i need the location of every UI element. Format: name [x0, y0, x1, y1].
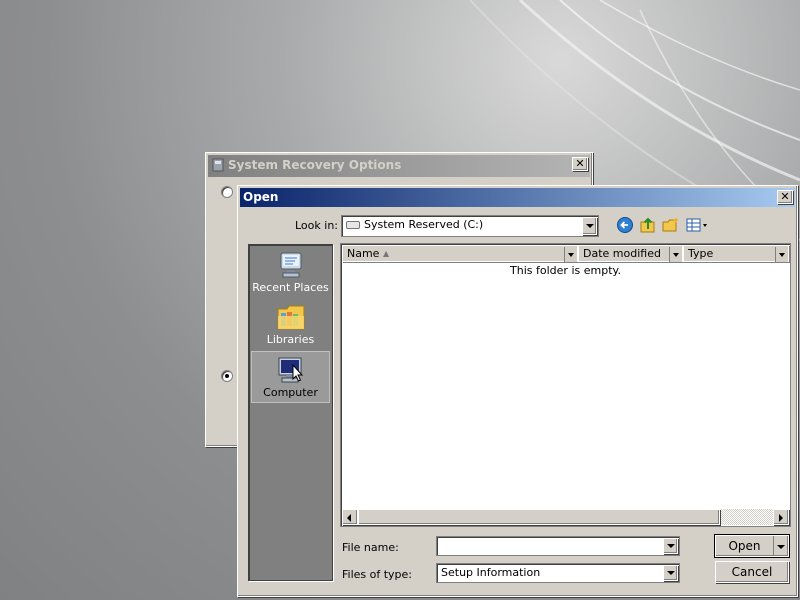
back-arrow-icon[interactable] [616, 216, 634, 234]
libraries-icon [277, 305, 304, 330]
cancel-button-label: Cancel [731, 565, 773, 579]
recent-places-icon [280, 252, 301, 278]
system-recovery-icon [212, 158, 224, 172]
files-of-type-label: Files of type: [342, 568, 413, 581]
recovery-option-radio-2[interactable] [221, 370, 233, 382]
column-name-label: Name [347, 247, 380, 260]
place-label: Recent Places [252, 281, 329, 294]
look-in-value: System Reserved (C:) [364, 218, 484, 231]
file-name-label: File name: [342, 541, 399, 554]
place-computer[interactable]: Computer [251, 351, 330, 403]
recovery-option-radio-1[interactable] [221, 186, 233, 198]
file-name-combo[interactable] [436, 536, 680, 556]
column-header-type[interactable]: Type [683, 245, 789, 262]
sort-ascending-icon: ▲ [383, 249, 390, 258]
file-list-view[interactable]: Name ▲ Date modified Type This folder is… [340, 243, 791, 527]
view-menu-icon[interactable] [686, 216, 710, 234]
place-libraries[interactable]: Libraries [251, 299, 330, 351]
look-in-dropdown-arrow[interactable] [582, 217, 597, 235]
scroll-thumb[interactable] [358, 509, 720, 525]
look-in-label: Look in: [295, 219, 338, 232]
scroll-right-button[interactable] [773, 509, 789, 525]
open-button-dropdown-arrow[interactable] [773, 536, 788, 556]
cancel-button[interactable]: Cancel [715, 561, 789, 583]
column-name-filter-arrow[interactable] [564, 247, 577, 262]
column-header-date-modified[interactable]: Date modified [578, 245, 683, 262]
up-folder-icon[interactable] [639, 216, 657, 234]
open-title-text: Open [243, 190, 279, 204]
scroll-left-button[interactable] [342, 509, 358, 525]
open-button[interactable]: Open [714, 534, 790, 558]
look-in-combo[interactable]: System Reserved (C:) [341, 215, 599, 237]
drive-icon [346, 221, 360, 229]
column-date-label: Date modified [583, 247, 661, 260]
sro-title-bar[interactable]: System Recovery Options ✕ [208, 155, 590, 177]
column-type-filter-arrow[interactable] [775, 247, 788, 262]
computer-icon [278, 357, 303, 383]
place-recent-places[interactable]: Recent Places [251, 247, 330, 299]
place-label: Libraries [266, 333, 315, 346]
files-of-type-dropdown-arrow[interactable] [663, 565, 678, 581]
empty-folder-message: This folder is empty. [510, 264, 621, 277]
files-of-type-value: Setup Information [441, 566, 541, 579]
open-close-button[interactable]: ✕ [777, 190, 793, 204]
file-name-dropdown-arrow[interactable] [663, 538, 678, 554]
column-date-filter-arrow[interactable] [669, 247, 682, 262]
place-label: Computer [263, 386, 318, 399]
files-of-type-select[interactable]: Setup Information [436, 563, 680, 583]
open-button-label: Open [728, 539, 761, 553]
open-file-dialog: Open ✕ Look in: System Reserved (C:) Rec… [237, 185, 798, 597]
sro-title-text: System Recovery Options [228, 158, 402, 172]
horizontal-scrollbar[interactable] [342, 509, 789, 525]
places-bar: Recent Places Libraries Computer [248, 244, 333, 581]
column-header-name[interactable]: Name ▲ [342, 245, 578, 262]
new-folder-icon[interactable] [662, 216, 680, 234]
column-type-label: Type [688, 247, 714, 260]
sro-close-button[interactable]: ✕ [572, 157, 588, 171]
open-title-bar[interactable]: Open ✕ [240, 188, 795, 207]
